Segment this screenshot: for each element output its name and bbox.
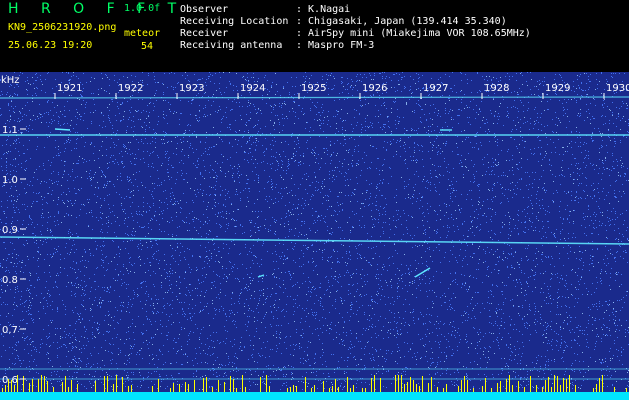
spectrogram: 1.1 1.0 0.9 0.8 0.7 0.6 1921 1922 1923 1924 1925 1… <box>0 72 629 400</box>
datetime-label: 25.06.23 19:20 <box>8 40 93 51</box>
x-tick-label: 1928 <box>484 83 509 94</box>
x-tick-label: 1927 <box>423 83 448 94</box>
meteor-count: 54 <box>141 41 154 52</box>
meteor-echo <box>54 128 71 131</box>
x-tick-label: 1930 <box>606 83 629 94</box>
x-tick-label: 1924 <box>240 83 265 94</box>
y-tick-label: 1.1 <box>2 125 18 136</box>
field-label-location: Receiving Location <box>180 16 289 27</box>
spectrogram-panel: 1.1 1.0 0.9 0.8 0.7 0.6 1921 1922 1923 1924 1925 1… <box>0 72 629 400</box>
field-label-receiver: Receiver <box>180 28 229 39</box>
field-value-observer: : K.Nagai <box>296 4 351 15</box>
version-label: 1.0.0f <box>124 3 161 14</box>
x-tick-label: 1929 <box>545 83 570 94</box>
filename-label: KN9_2506231920.png <box>8 22 117 33</box>
y-tick-label: 0.7 <box>2 325 18 336</box>
y-tick-label: 1.0 <box>2 175 18 186</box>
x-tick-label: 1921 <box>57 83 82 94</box>
field-label-antenna: Receiving antenna <box>180 40 283 51</box>
x-tick-label: 1923 <box>179 83 204 94</box>
x-tick-label: 1925 <box>301 83 326 94</box>
field-value-receiver: : AirSpy mini (Miakejima VOR 108.65MHz) <box>296 28 531 39</box>
x-tick-label: 1926 <box>362 83 387 94</box>
header-panel: H R O F F T 1.0.0f KN9_2506231920.png 25… <box>0 0 629 72</box>
y-unit-label: kHz <box>1 75 20 86</box>
baseline-band <box>0 392 629 400</box>
field-value-antenna: : Maspro FM-3 <box>296 40 375 51</box>
y-tick-label: 0.8 <box>2 275 18 286</box>
field-value-location: : Chigasaki, Japan (139.414 35.340) <box>296 16 507 27</box>
y-tick-label: 0.9 <box>2 225 18 236</box>
x-tick-label: 1922 <box>118 83 143 94</box>
field-label-observer: Observer <box>180 4 229 15</box>
y-tick-label: 0.6 <box>2 375 18 386</box>
meteor-label: meteor <box>124 28 161 39</box>
